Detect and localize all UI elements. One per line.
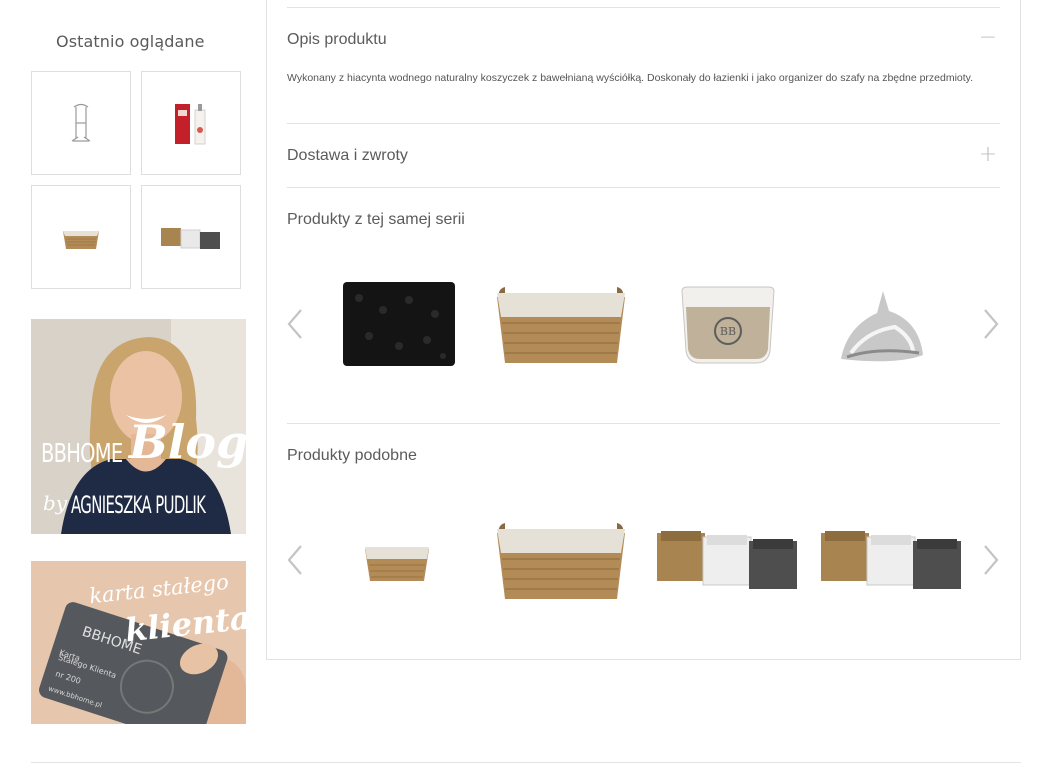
similar-product-basket-trio[interactable] xyxy=(818,528,964,592)
loyalty-card-banner[interactable]: karta stałego klienta BBHOME Karta Stałe… xyxy=(31,561,246,724)
svg-text:BB: BB xyxy=(720,325,736,338)
similar-product-basket-trio[interactable] xyxy=(654,528,800,592)
blog-banner[interactable]: BBHOME Blog by AGNIESZKA PUDLIK xyxy=(31,319,246,534)
divider xyxy=(287,123,1000,124)
blog-brand-text: BBHOME xyxy=(41,439,123,469)
small-wicker-basket-icon xyxy=(365,547,429,581)
basket-trio-icon xyxy=(657,531,797,589)
divider xyxy=(287,7,1000,8)
expand-icon[interactable]: + xyxy=(978,144,998,166)
carousel-next-icon[interactable] xyxy=(980,540,1002,580)
series-product-black-rug[interactable] xyxy=(336,278,460,370)
shipping-heading[interactable]: Dostawa i zwroty xyxy=(287,147,408,165)
lined-wicker-basket-icon xyxy=(497,523,625,599)
series-product-lined-basket[interactable] xyxy=(490,282,632,368)
carousel-prev-icon[interactable] xyxy=(284,304,306,344)
black-rug-icon xyxy=(343,282,455,366)
series-product-silver-shell[interactable] xyxy=(836,286,928,366)
description-text: Wykonany z hiacynta wodnego naturalny ko… xyxy=(287,72,974,84)
recent-item-diffuser[interactable] xyxy=(141,71,241,175)
collapse-icon[interactable]: − xyxy=(978,27,998,49)
blog-byline-name: AGNIESZKA PUDLIK xyxy=(71,491,206,519)
recent-item-basket[interactable] xyxy=(31,185,131,289)
same-series-heading: Produkty z tej samej serii xyxy=(287,211,465,228)
blog-script-text: Blog xyxy=(129,415,246,469)
footer-divider xyxy=(31,762,1021,763)
divider xyxy=(287,187,1000,188)
recently-viewed-title: Ostatnio oglądane xyxy=(56,32,205,51)
clothes-rack-icon xyxy=(71,103,91,142)
diffuser-bottle-icon xyxy=(175,104,206,145)
divider xyxy=(287,423,1000,424)
series-product-candle[interactable]: BB xyxy=(676,284,780,366)
blog-byline-by: by xyxy=(43,491,68,515)
silver-shell-icon xyxy=(841,291,923,362)
description-heading[interactable]: Opis produktu xyxy=(287,31,387,49)
similar-product-small-basket[interactable] xyxy=(360,540,434,584)
carousel-next-icon[interactable] xyxy=(980,304,1002,344)
recent-item-basket-set[interactable] xyxy=(141,185,241,289)
basket-set-icon xyxy=(161,228,220,249)
similar-product-lined-basket[interactable] xyxy=(490,518,632,604)
similar-products-heading: Produkty podobne xyxy=(287,447,417,464)
recent-item-clothes-rack[interactable] xyxy=(31,71,131,175)
wicker-basket-icon xyxy=(63,231,99,249)
candle-glass-icon: BB xyxy=(681,286,775,364)
basket-trio-icon xyxy=(821,531,961,589)
carousel-prev-icon[interactable] xyxy=(284,540,306,580)
lined-wicker-basket-icon xyxy=(497,287,625,363)
